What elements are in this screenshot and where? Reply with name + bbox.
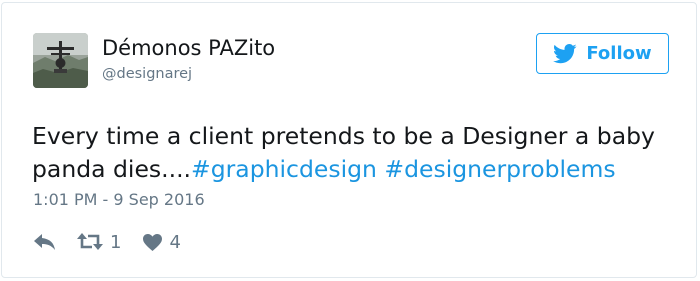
tweet-timestamp[interactable]: 1:01 PM - 9 Sep 2016 (33, 190, 205, 209)
avatar-image (33, 33, 88, 88)
tweet-text-line1: Every time a client pretends to be a Des… (32, 122, 655, 150)
follow-button[interactable]: Follow (536, 33, 669, 74)
tweet-card: Démonos PAZito @designarej Follow Every … (1, 2, 697, 278)
tweet-actions: 1 4 (34, 231, 181, 253)
twitter-bird-icon (553, 43, 577, 64)
avatar[interactable] (33, 33, 88, 88)
follow-label: Follow (586, 43, 652, 64)
retweet-icon (77, 233, 103, 250)
like-count: 4 (169, 231, 181, 253)
hashtag-link[interactable]: #designerproblems (384, 155, 615, 183)
hashtag-link[interactable]: #graphicdesign (191, 155, 377, 183)
like-button[interactable]: 4 (143, 231, 181, 253)
retweet-button[interactable]: 1 (77, 232, 121, 253)
heart-icon (143, 233, 163, 251)
tweet-text-line2: panda dies.... (32, 155, 192, 183)
tweet-text: Every time a client pretends to be a Des… (32, 120, 687, 186)
retweet-count: 1 (110, 231, 122, 253)
author-handle[interactable]: @designarej (102, 66, 192, 82)
reply-button[interactable] (34, 234, 55, 250)
reply-icon (34, 234, 55, 250)
author-display-name[interactable]: Démonos PAZito (102, 36, 275, 60)
